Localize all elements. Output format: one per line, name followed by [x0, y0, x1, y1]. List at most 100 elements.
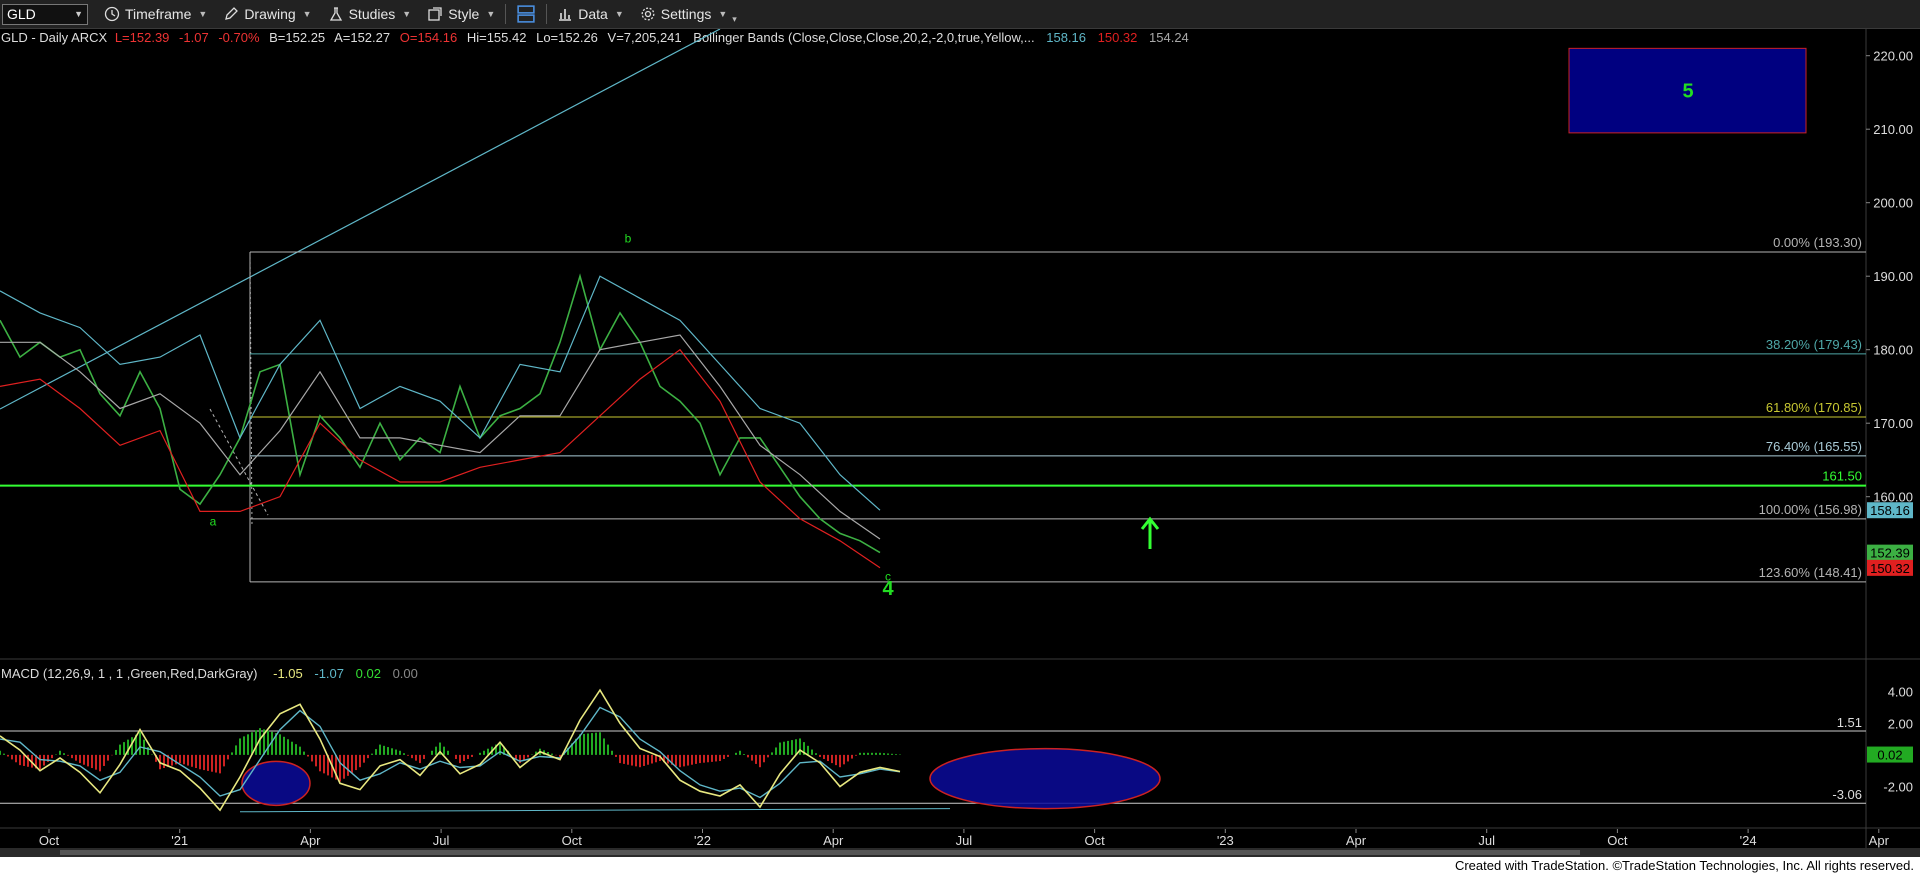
studies-menu[interactable]: Studies ▼	[320, 0, 420, 28]
macd-legend-v2: -1.07	[314, 666, 344, 681]
footer-text: Created with TradeStation. ©TradeStation…	[1454, 858, 1914, 873]
data-menu[interactable]: Data ▼	[549, 0, 632, 28]
price-axis-label: 190.00	[1873, 269, 1913, 284]
settings-menu[interactable]: Settings ▼ ▾	[632, 0, 745, 28]
chevron-down-icon: ▼	[614, 9, 624, 19]
bar-chart-icon	[559, 9, 572, 21]
time-axis-label: Apr	[1869, 833, 1890, 848]
timeframe-menu[interactable]: Timeframe ▼	[96, 0, 215, 28]
legend-study: Bollinger Bands (Close,Close,Close,20,2,…	[693, 30, 1034, 45]
toolbar-divider	[505, 4, 507, 24]
price-axis-label: 170.00	[1873, 416, 1913, 431]
style-icon	[428, 7, 442, 21]
toolbar: GLD ▼ Timeframe ▼ Drawing ▼ Studies ▼ St…	[0, 0, 1920, 29]
legend-mid-band: 154.24	[1149, 30, 1189, 45]
chevron-down-icon[interactable]: ▼	[74, 9, 83, 19]
time-axis-label: '24	[1740, 833, 1757, 848]
footer: Created with TradeStation. ©TradeStation…	[0, 857, 1920, 875]
gear-icon	[641, 7, 655, 21]
price-legend: GLD - Daily ARCX L=152.39 -1.07 -0.70% B…	[1, 30, 1189, 45]
time-axis-label: Jul	[956, 833, 973, 848]
trend-line	[0, 29, 721, 410]
macd-axis-label: 2.00	[1888, 716, 1913, 731]
layout-icon	[517, 5, 535, 23]
legend-volume: V=7,205,241	[608, 30, 682, 45]
time-axis-label: Oct	[39, 833, 60, 848]
up-arrow-icon	[1140, 516, 1160, 549]
macd-pane: 1.51 -3.06	[0, 688, 1866, 813]
price-pane: 0.00% (193.30) 38.20% (179.43) 61.80% (170…	[0, 29, 1866, 600]
layout-button[interactable]	[508, 0, 544, 28]
axes: 160.00170.00180.00190.00200.00210.00220.…	[39, 49, 1913, 848]
macd-reference-label: 1.51	[1837, 715, 1862, 730]
price-axis-label: 210.00	[1873, 122, 1913, 137]
wave-label: a	[210, 514, 217, 528]
legend-pct: -0.70%	[218, 30, 260, 45]
legend-low: Lo=152.26	[536, 30, 598, 45]
macd-axis-label: -2.00	[1883, 779, 1913, 794]
time-axis-label: Apr	[823, 833, 844, 848]
legend-ask: A=152.27	[334, 30, 390, 45]
series-mid-band	[0, 334, 881, 540]
studies-label: Studies	[348, 6, 396, 22]
time-axis-label: '23	[1217, 833, 1234, 848]
scrollbar-thumb[interactable]	[60, 850, 1580, 855]
fib-level-label: 76.40% (165.55)	[1766, 439, 1862, 454]
symbol-input[interactable]: GLD ▼	[2, 3, 88, 25]
time-axis-label: Oct	[1084, 833, 1105, 848]
time-axis-label: '21	[171, 833, 188, 848]
macd-reference-label: -3.06	[1832, 787, 1862, 802]
time-axis-label: Apr	[1346, 833, 1367, 848]
pencil-icon	[225, 7, 239, 20]
toolbar-divider	[546, 4, 548, 24]
highlight-ellipse	[241, 760, 311, 807]
chevron-down-icon: ▼	[198, 9, 208, 19]
series-upper-band	[0, 275, 881, 511]
fib-level-label: 100.00% (156.98)	[1759, 502, 1862, 517]
settings-label: Settings	[660, 6, 712, 22]
legend-lower-band: 150.32	[1098, 30, 1138, 45]
time-axis-label: Jul	[1478, 833, 1495, 848]
price-axis-label: 180.00	[1873, 343, 1913, 358]
drawing-label: Drawing	[244, 6, 296, 22]
macd-legend-v1: -1.05	[273, 666, 303, 681]
fib-level-label: 0.00% (193.30)	[1773, 235, 1862, 250]
legend-upper-band: 158.16	[1046, 30, 1086, 45]
legend-symbol: GLD - Daily ARCX	[1, 30, 108, 45]
fib-diagonal-line	[209, 408, 269, 516]
time-axis-label: Apr	[300, 833, 321, 848]
overflow-caret-icon[interactable]: ▾	[732, 14, 737, 25]
time-axis-label: Oct	[562, 833, 583, 848]
series-price	[0, 273, 881, 554]
chevron-down-icon: ▼	[402, 9, 412, 19]
chevron-down-icon: ▼	[718, 9, 728, 19]
price-axis-label: 200.00	[1873, 196, 1913, 211]
data-label: Data	[578, 6, 608, 22]
style-label: Style	[448, 6, 480, 22]
legend-last: L=152.39	[115, 30, 170, 45]
fib-level-label: 38.20% (179.43)	[1766, 337, 1862, 352]
macd-axis-label: 4.00	[1888, 685, 1913, 700]
style-menu[interactable]: Style ▼	[419, 0, 503, 28]
flask-icon	[329, 7, 342, 21]
drawing-menu[interactable]: Drawing ▼	[215, 0, 319, 28]
symbol-value: GLD	[7, 6, 36, 22]
legend-change: -1.07	[179, 30, 209, 45]
time-axis-label: Jul	[433, 833, 450, 848]
legend-high: Hi=155.42	[467, 30, 527, 45]
macd-legend-name: MACD (12,26,9, 1 , 1 ,Green,Red,DarkGray…	[1, 666, 257, 681]
macd-legend-v4: 0.00	[393, 666, 418, 681]
chart-canvas: GLD - Daily ARCX L=152.39 -1.07 -0.70% B…	[0, 29, 1920, 857]
price-tag-label: 158.16	[1870, 503, 1910, 518]
price-axis-label: 220.00	[1873, 49, 1913, 64]
legend-open: O=154.16	[400, 30, 457, 45]
time-axis-label: Oct	[1607, 833, 1628, 848]
highlight-ellipse	[929, 747, 1161, 810]
series-lower-band	[0, 348, 881, 569]
macd-tag-label: 0.02	[1877, 748, 1902, 763]
chevron-down-icon: ▼	[486, 9, 496, 19]
macd-legend-v3: 0.02	[356, 666, 381, 681]
series-signal	[0, 706, 901, 799]
price-tag-label: 150.32	[1870, 561, 1910, 576]
support-line-label: 161.50	[1822, 469, 1862, 484]
